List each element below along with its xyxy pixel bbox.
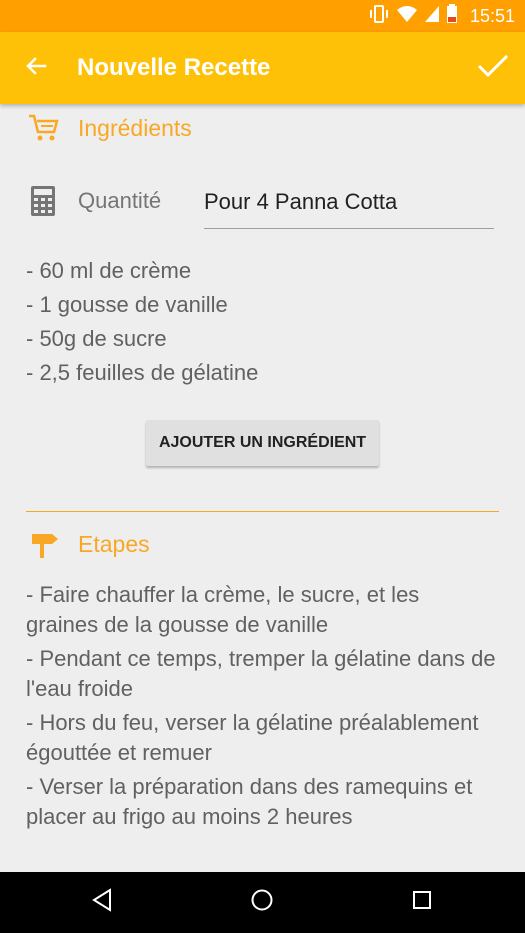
app-bar: Nouvelle Recette [0, 32, 525, 104]
recipe-form: Ingrédients Quantité Pour 4 Panna Cotta … [0, 104, 525, 872]
navigation-bar [0, 872, 525, 933]
section-divider [26, 511, 499, 512]
ingredients-header: Ingrédients [26, 110, 192, 146]
ingredient-item: - 50g de sucre [26, 326, 167, 351]
page-title: Nouvelle Recette [77, 54, 271, 81]
signpost-icon [26, 526, 62, 562]
check-icon [477, 53, 509, 83]
nav-back-button[interactable] [82, 884, 122, 920]
step-item: - Faire chauffer la crème, le sucre, et … [26, 582, 420, 637]
nav-home-button[interactable] [242, 884, 282, 920]
ingredient-item: - 1 gousse de vanille [26, 292, 228, 317]
steps-list[interactable]: - Faire chauffer la crème, le sucre, et … [26, 580, 496, 836]
wifi-icon [396, 5, 418, 27]
back-button[interactable] [18, 52, 54, 84]
ingredients-title: Ingrédients [78, 114, 192, 141]
square-recents-icon [411, 889, 433, 915]
status-icons: 15:51 [368, 0, 515, 32]
steps-title: Etapes [78, 530, 150, 557]
ingredients-list[interactable]: - 60 ml de crème - 1 gousse de vanille -… [26, 254, 496, 390]
ingredient-item: - 60 ml de crème [26, 258, 192, 283]
step-item: - Verser la préparation dans des ramequi… [26, 774, 473, 829]
arrow-back-icon [24, 54, 48, 82]
triangle-back-icon [90, 888, 114, 916]
steps-header: Etapes [26, 526, 150, 562]
circle-home-icon [250, 888, 274, 916]
step-item: - Hors du feu, verser la gélatine préala… [26, 710, 479, 765]
confirm-button[interactable] [475, 50, 511, 86]
quantity-label: Quantité [78, 188, 162, 213]
step-item: - Pendant ce temps, tremper la gélatine … [26, 646, 496, 701]
vibrate-icon [368, 4, 390, 28]
status-time: 15:51 [469, 5, 515, 26]
nav-recents-button[interactable] [402, 884, 442, 920]
battery-icon [446, 4, 458, 28]
add-ingredient-button[interactable]: AJOUTER UN INGRÉDIENT [146, 420, 379, 466]
calculator-icon [30, 185, 62, 219]
cart-icon [26, 110, 62, 146]
ingredient-item: - 2,5 feuilles de gélatine [26, 360, 259, 385]
signal-icon [424, 5, 440, 27]
quantity-field[interactable] [204, 180, 494, 229]
quantity-row: Quantité [26, 180, 496, 230]
status-bar: 15:51 [0, 0, 525, 32]
